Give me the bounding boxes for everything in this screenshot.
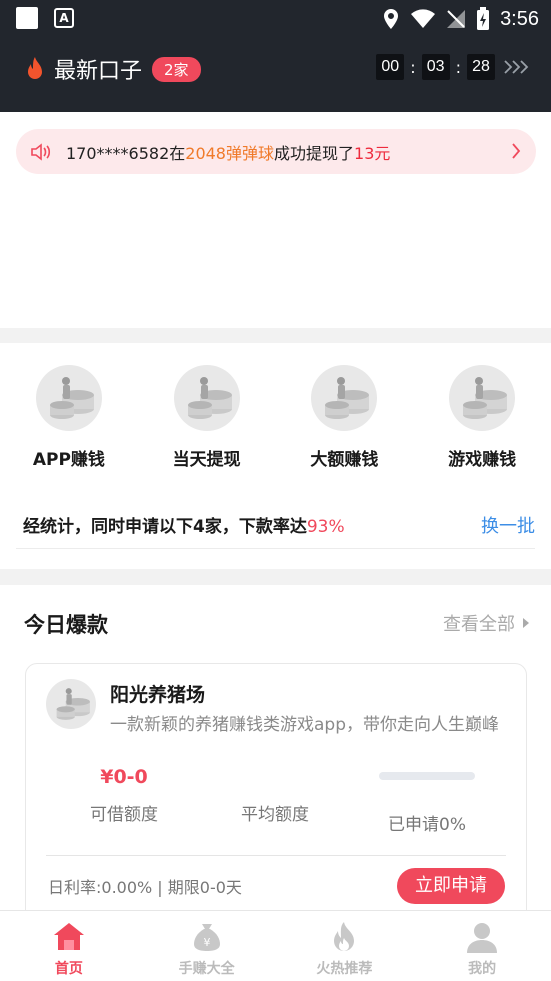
category-label: APP赚钱 xyxy=(32,450,105,470)
product-name: 阳光养猪场 xyxy=(110,684,206,706)
view-all-label: 查看全部 xyxy=(443,614,515,635)
status-bar: A 3:56 xyxy=(0,0,551,38)
status-time: 3:56 xyxy=(500,7,539,30)
category-label: 大额赚钱 xyxy=(310,450,379,470)
category-label: 当天提现 xyxy=(172,450,241,470)
notice-amount: 13元 xyxy=(354,143,391,163)
speaker-icon xyxy=(31,142,51,161)
header-title-area: 最新口子 2家 xyxy=(24,52,201,86)
category-section: APP赚钱 当天提现 大额赚钱 游戏赚钱 经统计，同时申请以下4家，下款率达93… xyxy=(0,343,551,569)
battery-charging-icon xyxy=(477,7,490,30)
product-description: 一款新颖的养猪赚钱类游戏app，带你走向人生巅峰 xyxy=(110,715,499,735)
category-large-earn[interactable]: 大额赚钱 xyxy=(276,365,414,470)
wifi-icon xyxy=(411,9,436,28)
coin-stack-icon xyxy=(311,365,378,431)
fire-icon xyxy=(28,57,42,79)
no-signal-icon xyxy=(447,10,466,28)
stats-row: 经统计，同时申请以下4家，下款率达93% 换一批 xyxy=(16,501,535,549)
coin-stack-icon xyxy=(35,365,102,431)
bottom-navigation: 首页 ¥ 手赚大全 火热推荐 我的 xyxy=(0,910,551,981)
refresh-batch-button[interactable]: 换一批 xyxy=(481,512,535,538)
card-divider xyxy=(46,855,506,856)
category-grid: APP赚钱 当天提现 大额赚钱 游戏赚钱 xyxy=(0,365,551,470)
stats-sentence: 经统计，同时申请以下4家，下款率达 xyxy=(23,517,307,537)
nav-label: 手赚大全 xyxy=(178,961,235,977)
nav-hot-recommend[interactable]: 火热推荐 xyxy=(276,911,414,981)
withdrawal-notice-bar[interactable]: 170****6582在2048弹弹球成功提现了13元 xyxy=(16,129,536,174)
page-title: 最新口子 xyxy=(54,59,143,84)
home-icon xyxy=(53,923,84,950)
applied-label: 已申请0% xyxy=(388,815,466,835)
stats-text: 经统计，同时申请以下4家，下款率达93% xyxy=(16,512,345,537)
section-title: 今日爆款 xyxy=(24,613,108,637)
notice-prefix: 170****6582在 xyxy=(66,143,186,163)
timer-hours: 00 xyxy=(376,54,405,80)
chevron-right-icon xyxy=(512,143,521,159)
count-badge: 2家 xyxy=(152,56,201,82)
category-same-day-withdraw[interactable]: 当天提现 xyxy=(138,365,276,470)
timer-seconds: 28 xyxy=(467,54,495,80)
category-game-earn[interactable]: 游戏赚钱 xyxy=(413,365,551,470)
loan-amount-value: ¥0-0 xyxy=(100,766,148,788)
view-all-link[interactable]: 查看全部 xyxy=(443,610,529,636)
nav-label: 首页 xyxy=(54,961,83,977)
triangle-right-icon xyxy=(523,618,529,628)
rate-and-term: 日利率:0.00% | 期限0-0天 xyxy=(48,878,242,897)
coin-stack-icon xyxy=(173,365,240,431)
countdown-timer[interactable]: 00 : 03 : 28 xyxy=(376,54,529,80)
coin-stack-icon xyxy=(449,365,516,431)
notice-app-name: 2048弹弹球 xyxy=(185,143,274,163)
notification-square-icon xyxy=(16,7,38,29)
notice-text: 170****6582在2048弹弹球成功提现了13元 xyxy=(66,140,390,164)
metric-applied: 已申请0% xyxy=(347,762,507,835)
applied-progress-wrap xyxy=(347,772,507,802)
svg-text:¥: ¥ xyxy=(203,936,210,949)
triple-chevron-right-icon xyxy=(504,60,529,74)
product-logo xyxy=(46,679,96,729)
status-icons: 3:56 xyxy=(382,5,539,33)
average-amount-label: 平均额度 xyxy=(241,805,309,825)
timer-minutes: 03 xyxy=(421,54,450,80)
user-icon xyxy=(467,923,498,953)
nav-home[interactable]: 首页 xyxy=(0,911,138,981)
flame-icon xyxy=(334,922,355,951)
category-app-earn[interactable]: APP赚钱 xyxy=(0,365,138,470)
stats-percent: 93% xyxy=(306,517,345,537)
money-bag-icon: ¥ xyxy=(193,924,220,951)
product-metrics: ¥0-0 可借额度 平均额度 已申请0% xyxy=(26,762,526,835)
timer-colon: : xyxy=(410,57,416,77)
metric-average-amount: 平均额度 xyxy=(195,762,355,825)
average-amount-value xyxy=(195,762,355,792)
notice-section: 170****6582在2048弹弹球成功提现了13元 xyxy=(0,112,551,328)
hot-today-section: 今日爆款 查看全部 阳光养猪场 一款新颖的养猪赚钱类游戏app，带你走向人生巅峰… xyxy=(0,585,551,953)
apply-now-button[interactable]: 立即申请 xyxy=(397,868,505,904)
timer-colon: : xyxy=(455,57,461,77)
nav-profile[interactable]: 我的 xyxy=(413,911,551,981)
app-notification-icon: A xyxy=(54,8,74,28)
metric-loan-amount: ¥0-0 可借额度 xyxy=(44,762,204,825)
nav-label: 我的 xyxy=(468,961,497,977)
category-label: 游戏赚钱 xyxy=(448,450,517,470)
location-icon xyxy=(384,9,399,29)
applied-progress-bar xyxy=(379,772,475,780)
notice-middle: 成功提现了 xyxy=(274,143,355,163)
loan-amount-label: 可借额度 xyxy=(90,805,158,825)
nav-earn-guide[interactable]: ¥ 手赚大全 xyxy=(138,911,276,981)
nav-label: 火热推荐 xyxy=(316,961,373,977)
